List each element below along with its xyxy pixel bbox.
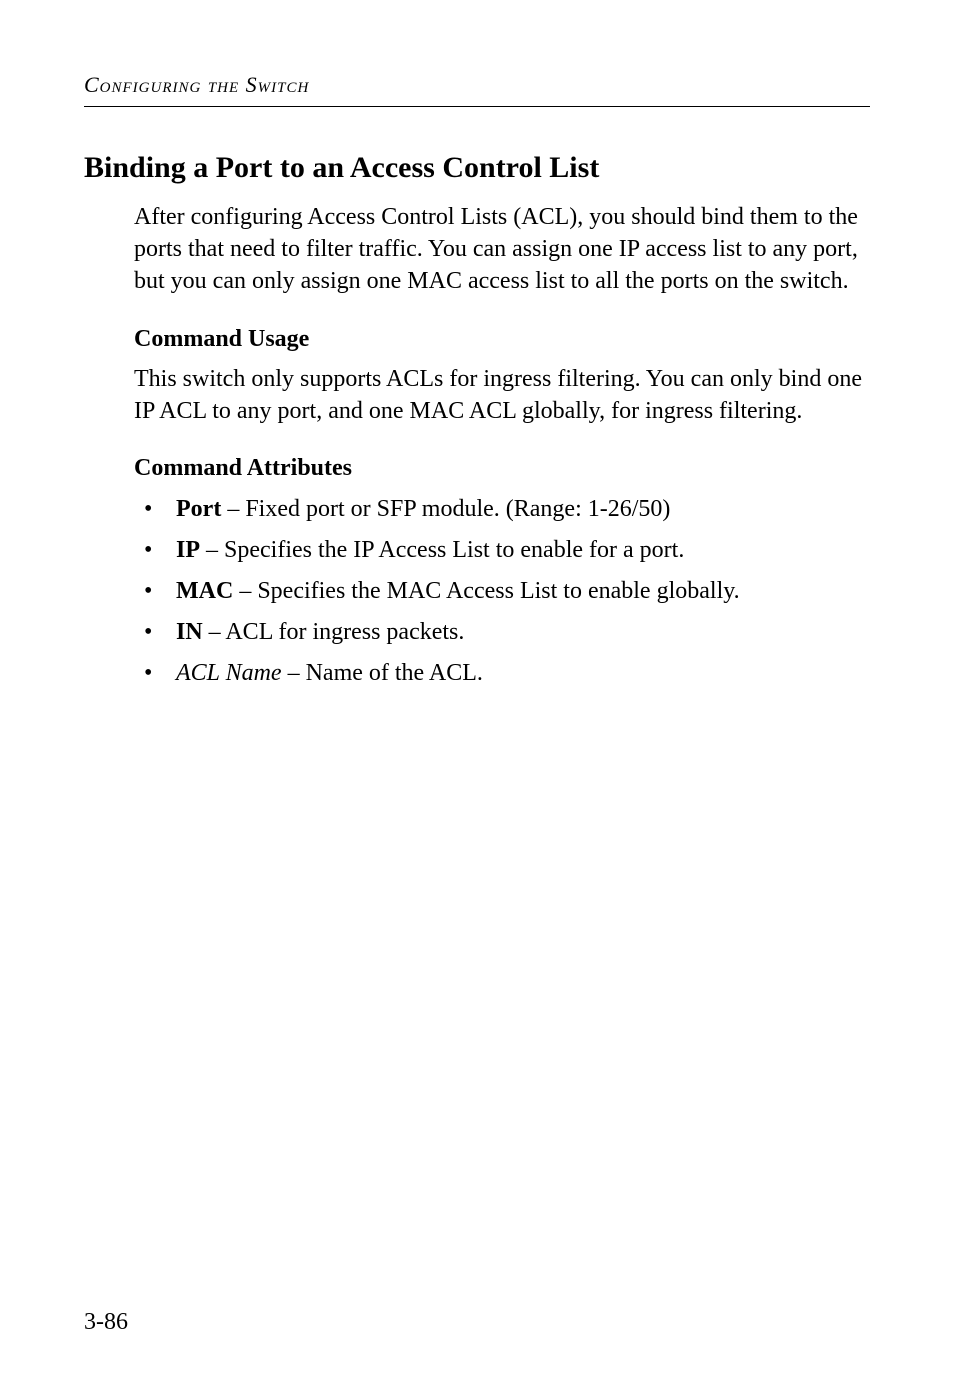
intro-paragraph: After configuring Access Control Lists (… <box>134 201 870 298</box>
list-item: IN – ACL for ingress packets. <box>134 615 870 650</box>
list-item: IP – Specifies the IP Access List to ena… <box>134 533 870 568</box>
section-heading: Binding a Port to an Access Control List <box>84 149 870 187</box>
header-rule <box>84 106 870 107</box>
attr-term: MAC <box>176 578 233 604</box>
command-usage-text: This switch only supports ACLs for ingre… <box>134 363 870 428</box>
page-number: 3-86 <box>84 1309 128 1336</box>
list-item: MAC – Specifies the MAC Access List to e… <box>134 574 870 609</box>
list-item: ACL Name – Name of the ACL. <box>134 656 870 691</box>
attr-desc: – ACL for ingress packets. <box>203 619 465 645</box>
attr-term: Port <box>176 496 221 522</box>
attr-desc: – Specifies the IP Access List to enable… <box>200 537 684 563</box>
attr-term: IP <box>176 537 200 563</box>
attr-desc: – Name of the ACL. <box>282 660 483 686</box>
attr-desc: – Fixed port or SFP module. (Range: 1-26… <box>221 496 670 522</box>
attr-desc: – Specifies the MAC Access List to enabl… <box>233 578 739 604</box>
command-usage-heading: Command Usage <box>134 326 870 353</box>
list-item: Port – Fixed port or SFP module. (Range:… <box>134 492 870 527</box>
attr-term: ACL Name <box>176 660 282 686</box>
running-header: Configuring the Switch <box>84 72 870 98</box>
command-attributes-heading: Command Attributes <box>134 455 870 482</box>
attr-term: IN <box>176 619 203 645</box>
command-attributes-list: Port – Fixed port or SFP module. (Range:… <box>134 492 870 690</box>
